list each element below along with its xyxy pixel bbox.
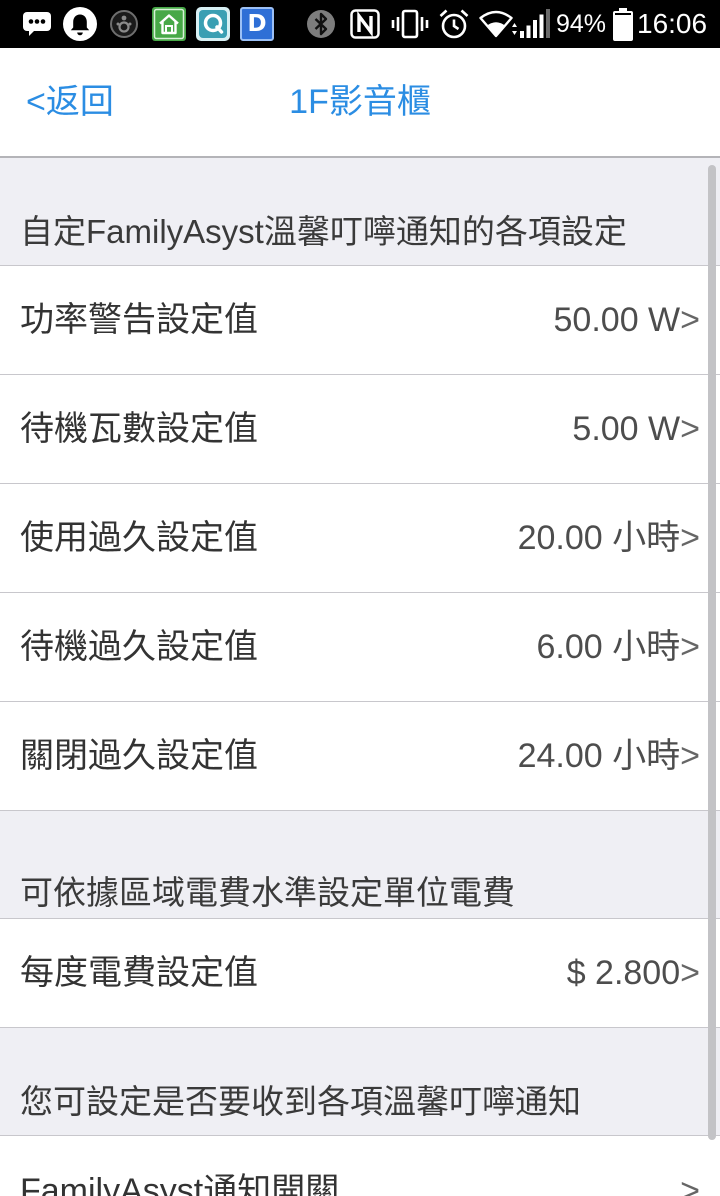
standby-watt-setting-row[interactable]: 待機瓦數設定值 5.00 W >: [0, 375, 720, 484]
section-title: 可依據區域電費水準設定單位電費: [20, 874, 515, 911]
battery-icon: [613, 8, 633, 41]
row-value: 5.00 W: [572, 410, 681, 448]
overuse-time-setting-row[interactable]: 使用過久設定值 20.00 小時 >: [0, 484, 720, 593]
row-value-group: $ 2.800 >: [567, 953, 700, 993]
row-value-group: 50.00 W >: [554, 300, 700, 340]
row-value: 24.00 小時: [517, 737, 681, 775]
chevron-right-icon: >: [680, 737, 700, 775]
notification-switch-row[interactable]: FamilyAsyst通知開關 >: [0, 1136, 720, 1196]
settings-group: FamilyAsyst通知開關 >: [0, 1135, 720, 1196]
notification-bell-icon: [62, 6, 98, 42]
message-icon: [22, 11, 52, 37]
row-value: 6.00 小時: [536, 628, 681, 666]
row-value-group: 20.00 小時 >: [518, 518, 700, 558]
settings-list: 自定FamilyAsyst溫馨叮嚀通知的各項設定 功率警告設定值 50.00 W…: [0, 158, 720, 1196]
settings-group: 功率警告設定值 50.00 W > 待機瓦數設定值 5.00 W > 使用過久設…: [0, 265, 720, 811]
row-value: 20.00 小時: [517, 519, 681, 557]
row-value-group: 24.00 小時 >: [518, 736, 700, 776]
d-app-letter: D: [247, 11, 267, 37]
vibrate-icon: [391, 9, 429, 39]
chevron-right-icon: >: [680, 954, 700, 992]
row-label: FamilyAsyst通知開關: [20, 1172, 340, 1196]
row-value-group: 6.00 小時 >: [537, 627, 700, 667]
row-value: 50.00 W: [553, 301, 681, 339]
row-label: 每度電費設定值: [20, 954, 258, 992]
section-title: 您可設定是否要收到各項溫馨叮嚀通知: [20, 1083, 581, 1120]
scrollbar[interactable]: [708, 165, 716, 1140]
battery-percent: 94%: [556, 10, 607, 38]
row-value-group: 5.00 W >: [572, 409, 700, 449]
section-header: 您可設定是否要收到各項溫馨叮嚀通知: [0, 1028, 720, 1135]
signal-icon: [519, 9, 551, 39]
bluetooth-icon: [306, 9, 336, 39]
row-label: 使用過久設定值: [20, 519, 258, 557]
nfc-icon: [350, 9, 380, 39]
standby-overtime-setting-row[interactable]: 待機過久設定值 6.00 小時 >: [0, 593, 720, 702]
row-label: 關閉過久設定值: [20, 737, 258, 775]
clock: 16:06: [637, 8, 708, 39]
off-overtime-setting-row[interactable]: 關閉過久設定值 24.00 小時 >: [0, 702, 720, 811]
electricity-rate-setting-row[interactable]: 每度電費設定值 $ 2.800 >: [0, 919, 720, 1028]
chevron-right-icon: >: [680, 301, 700, 339]
section-header: 可依據區域電費水準設定單位電費: [0, 811, 720, 918]
chevron-right-icon: >: [680, 410, 700, 448]
settings-group: 每度電費設定值 $ 2.800 >: [0, 918, 720, 1028]
row-label: 功率警告設定值: [20, 301, 258, 339]
alarm-icon: [437, 7, 471, 41]
power-warning-setting-row[interactable]: 功率警告設定值 50.00 W >: [0, 266, 720, 375]
row-value: $ 2.800: [566, 954, 681, 992]
chevron-right-icon: >: [680, 1172, 700, 1196]
q-app-icon: [196, 7, 230, 41]
section-header: 自定FamilyAsyst溫馨叮嚀通知的各項設定: [0, 158, 720, 265]
status-bar: D 94% 16:06: [0, 0, 720, 48]
wifi-icon: [479, 9, 517, 39]
circle-dots-icon: [109, 9, 139, 39]
nav-bar: <返回 1F影音櫃: [0, 48, 720, 158]
d-app-icon: D: [240, 7, 274, 41]
row-label: 待機瓦數設定值: [20, 410, 258, 448]
battery-body: [613, 11, 633, 41]
section-title: 自定FamilyAsyst溫馨叮嚀通知的各項設定: [20, 213, 627, 250]
battery-fill: [615, 14, 631, 39]
chevron-right-icon: >: [680, 628, 700, 666]
back-button[interactable]: <返回: [26, 48, 114, 156]
chevron-right-icon: >: [680, 519, 700, 557]
page-title: 1F影音櫃: [289, 83, 431, 121]
row-label: 待機過久設定值: [20, 628, 258, 666]
home-app-icon: [152, 7, 186, 41]
